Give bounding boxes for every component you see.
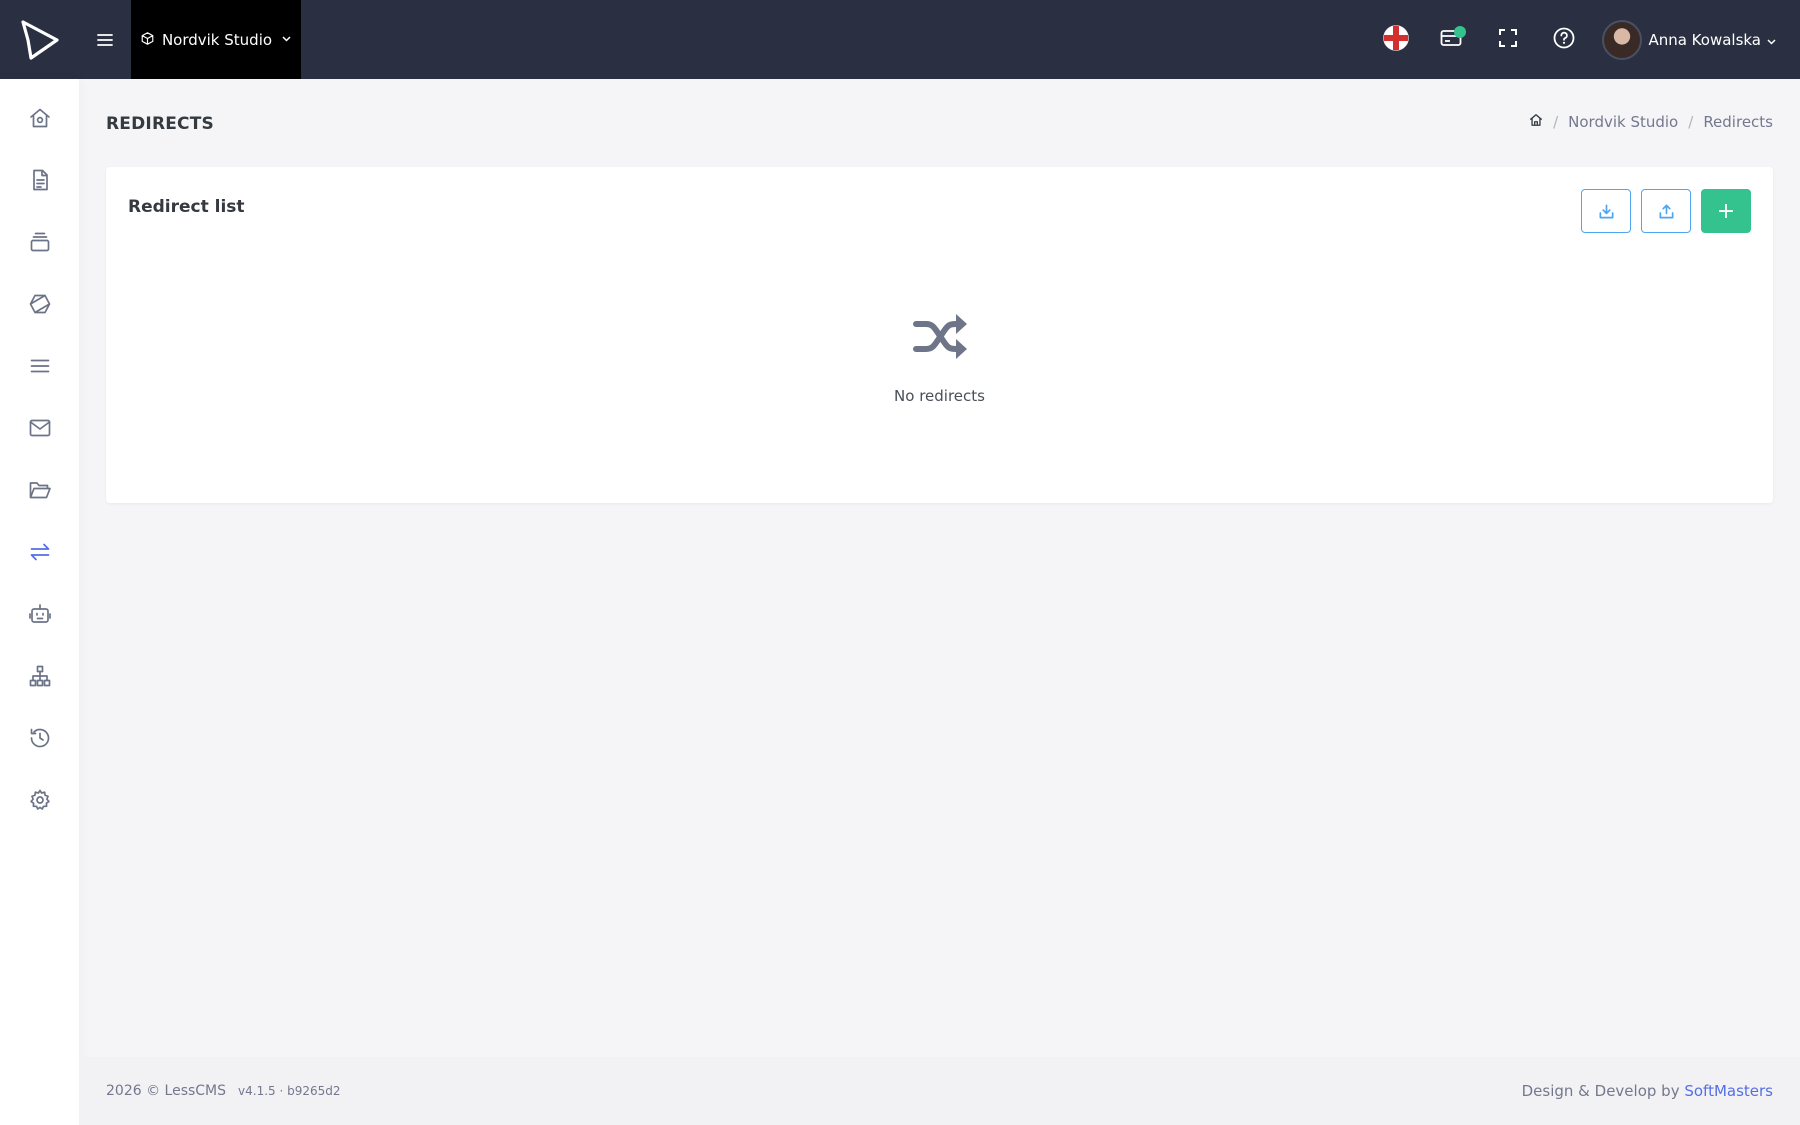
uk-flag-icon — [1383, 24, 1410, 55]
sitemap-icon — [29, 665, 50, 687]
sidebar-item-collections[interactable] — [0, 211, 79, 273]
notification-dot — [1454, 26, 1467, 38]
top-bar: Nordvik Studio Anna Kowalska — [0, 0, 1800, 79]
document-icon — [32, 169, 48, 191]
avatar — [1602, 19, 1643, 60]
footer: 2026 © LessCMS v4.1.5 · b9265d2 Design &… — [79, 1057, 1800, 1125]
footer-credit: Design & Develop by SoftMasters — [1522, 1082, 1773, 1100]
help-icon — [1553, 27, 1575, 53]
gear-icon — [29, 789, 50, 810]
billing-button[interactable] — [1424, 0, 1480, 79]
language-selector[interactable] — [1368, 0, 1424, 79]
home-icon[interactable] — [1529, 113, 1543, 131]
sidebar-item-pages[interactable] — [0, 149, 79, 211]
sidebar-item-mail[interactable] — [0, 397, 79, 459]
robot-icon — [28, 604, 51, 623]
footer-version: v4.1.5 · b9265d2 — [238, 1084, 341, 1098]
chevron-down-icon — [282, 34, 291, 45]
logo-play-icon[interactable] — [0, 0, 79, 79]
project-switcher[interactable]: Nordvik Studio — [131, 0, 301, 79]
footer-credit-prefix: Design & Develop by — [1521, 1082, 1680, 1100]
box-icon — [141, 31, 154, 49]
breadcrumb-separator: / — [1553, 113, 1559, 131]
shuffle-icon — [912, 314, 967, 359]
redirect-list-card: Redirect list + No redirects — [106, 167, 1773, 503]
hamburger-icon[interactable] — [79, 0, 131, 79]
upload-icon — [1659, 204, 1673, 218]
card-actions: + — [1581, 189, 1751, 233]
project-name: Nordvik Studio — [161, 30, 273, 49]
sidebar-item-home[interactable] — [0, 87, 79, 149]
export-button[interactable] — [1641, 189, 1691, 233]
home-icon — [29, 108, 50, 128]
breadcrumb-current: Redirects — [1703, 113, 1773, 131]
sidebar-item-redirects[interactable] — [0, 521, 79, 583]
footer-credit-link[interactable]: SoftMasters — [1684, 1082, 1773, 1100]
download-icon — [1599, 204, 1613, 218]
top-right-actions: Anna Kowalska — [1368, 0, 1776, 79]
page-title: REDIRECTS — [106, 114, 214, 134]
import-button[interactable] — [1581, 189, 1631, 233]
help-button[interactable] — [1536, 0, 1592, 79]
sidebar-item-menus[interactable] — [0, 335, 79, 397]
hexagon-icon — [29, 294, 50, 314]
layers-icon — [30, 232, 49, 252]
folder-icon — [29, 482, 51, 499]
chevron-down-icon — [1767, 31, 1776, 49]
sidebar-item-history[interactable] — [0, 707, 79, 769]
add-redirect-button[interactable]: + — [1701, 189, 1751, 233]
history-icon — [30, 728, 49, 748]
empty-state-text: No redirects — [894, 387, 985, 405]
sidebar-item-files[interactable] — [0, 459, 79, 521]
fullscreen-icon — [1498, 28, 1518, 52]
sidebar-item-sitemap[interactable] — [0, 645, 79, 707]
list-icon — [30, 359, 49, 373]
empty-state: No redirects — [106, 309, 1773, 405]
sidebar-item-robots[interactable] — [0, 583, 79, 645]
breadcrumb-separator: / — [1688, 113, 1694, 131]
user-menu[interactable]: Anna Kowalska — [1602, 19, 1776, 60]
sidebar — [0, 79, 79, 1125]
fullscreen-button[interactable] — [1480, 0, 1536, 79]
user-name: Anna Kowalska — [1648, 30, 1761, 49]
card-title: Redirect list — [128, 197, 245, 217]
sidebar-item-components[interactable] — [0, 273, 79, 335]
mail-icon — [29, 419, 50, 437]
breadcrumb-project-link[interactable]: Nordvik Studio — [1568, 113, 1678, 131]
arrows-exchange-icon — [30, 543, 49, 561]
breadcrumb: / Nordvik Studio / Redirects — [1529, 113, 1773, 131]
footer-copyright: 2026 © LessCMS — [106, 1083, 227, 1099]
sidebar-item-settings[interactable] — [0, 769, 79, 831]
